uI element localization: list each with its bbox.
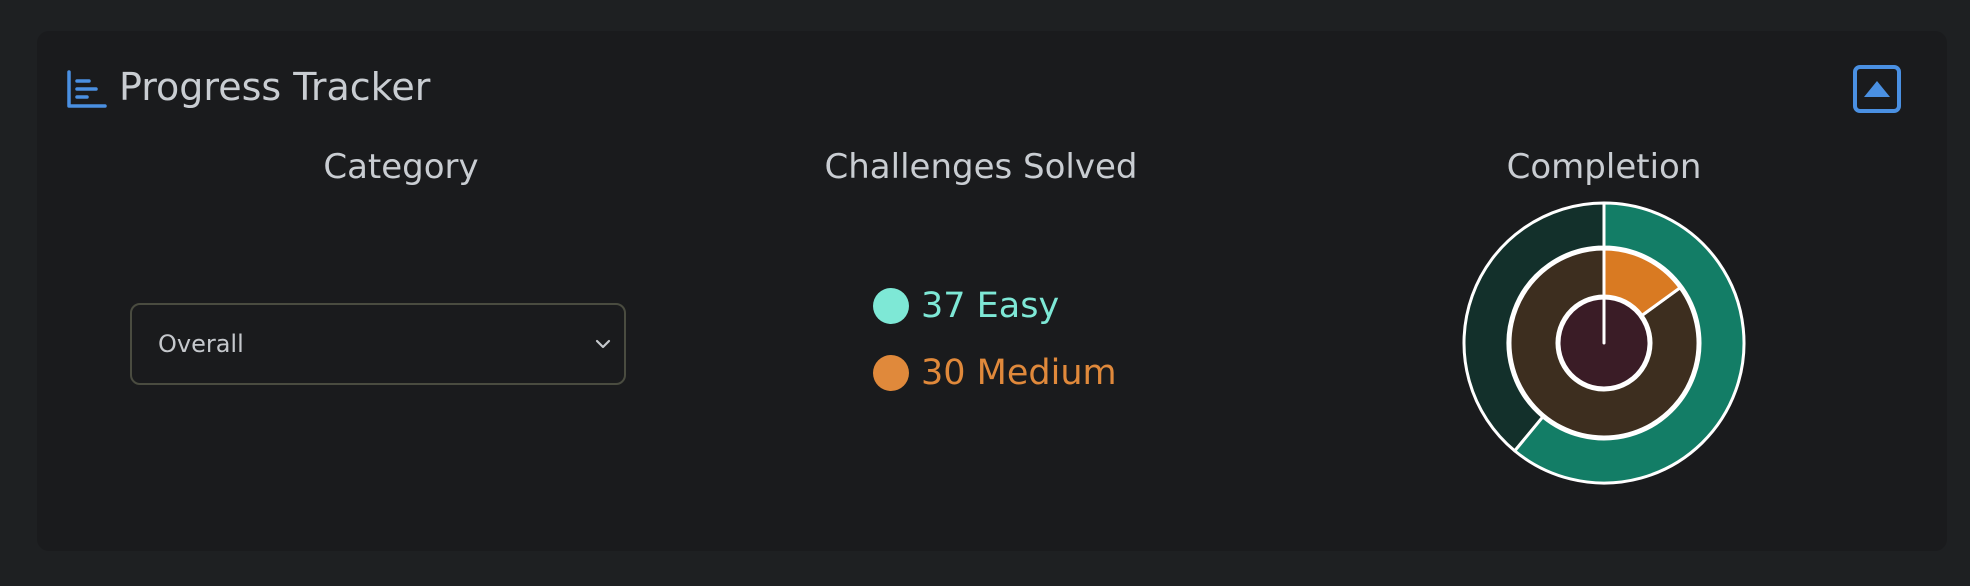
medium-dot <box>873 355 909 391</box>
completion-column-title: Completion <box>1506 147 1702 187</box>
completion-donut-chart <box>1462 201 1746 485</box>
easy-dot <box>873 288 909 324</box>
progress-tracker-card: Progress Tracker Category Challenges Sol… <box>37 31 1947 551</box>
solved-easy: 37 Easy <box>873 281 1059 331</box>
category-column-title: Category <box>323 147 479 187</box>
bar-chart-icon <box>67 70 107 108</box>
challenges-solved-column-title: Challenges Solved <box>824 147 1138 187</box>
solved-medium: 30 Medium <box>873 348 1117 398</box>
collapse-button[interactable] <box>1852 64 1902 114</box>
chevron-down-icon <box>595 339 611 349</box>
category-select-value: Overall <box>158 330 244 358</box>
collapse-up-icon <box>1864 81 1890 97</box>
page-title: Progress Tracker <box>119 65 431 109</box>
solved-easy-text: 37 Easy <box>921 286 1060 326</box>
solved-medium-text: 30 Medium <box>921 353 1117 393</box>
category-select[interactable]: Overall <box>130 303 626 385</box>
